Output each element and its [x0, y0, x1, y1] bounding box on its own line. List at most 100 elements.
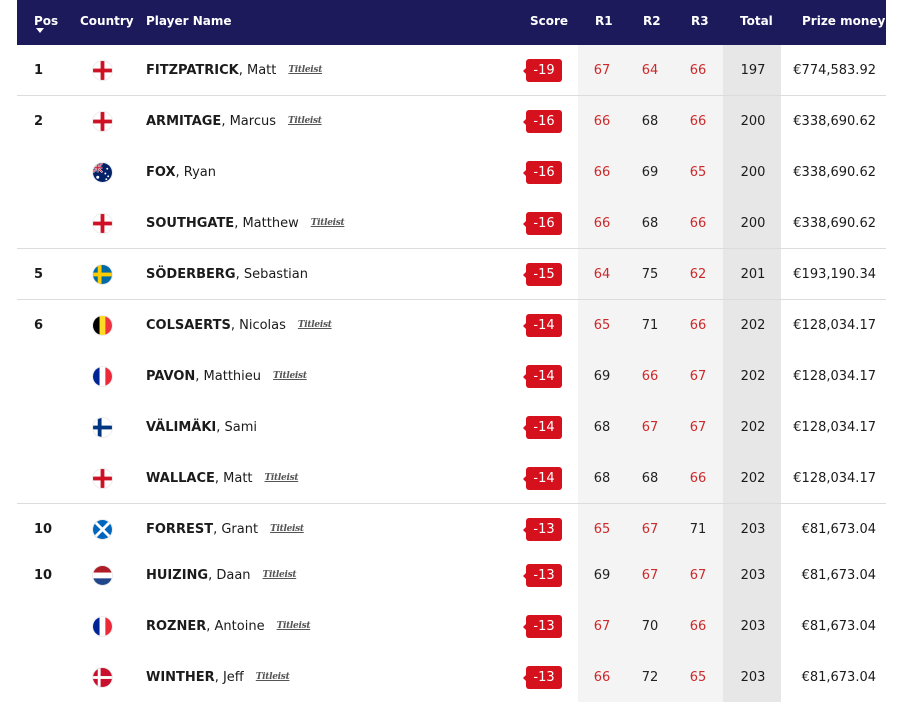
titleist-logo: Titleist — [310, 218, 345, 228]
position-cell: 1 — [34, 63, 44, 78]
player-first-name: , Matt — [238, 63, 277, 78]
titleist-logo: Titleist — [288, 65, 323, 75]
prize-money: €338,690.62 — [793, 216, 876, 231]
round-3-score: 62 — [689, 267, 707, 282]
player-name-link[interactable]: ROZNER, Antoine Titleist — [146, 601, 311, 652]
position-cell: 6 — [34, 318, 44, 333]
round-1-score: 65 — [593, 522, 611, 537]
prize-money: €128,034.17 — [793, 318, 876, 333]
position-cell — [34, 402, 54, 453]
player-name-link[interactable]: SÖDERBERG, Sebastian — [146, 249, 308, 300]
round-1-score: 67 — [593, 619, 611, 634]
titleist-logo: Titleist — [262, 570, 297, 580]
belgium-flag-icon — [93, 316, 112, 335]
round-2-score: 71 — [641, 318, 659, 333]
player-name-link[interactable]: FOX, Ryan — [146, 147, 216, 198]
table-row[interactable]: VÄLIMÄKI, Sami -14 68 67 67 202 €128,034.17 — [17, 402, 886, 453]
player-last-name: ARMITAGE — [146, 114, 222, 129]
player-name-link[interactable]: COLSAERTS, Nicolas Titleist — [146, 300, 332, 351]
round-1-score: 66 — [593, 114, 611, 129]
player-name-link[interactable]: WINTHER, Jeff Titleist — [146, 652, 290, 703]
sort-down-icon[interactable] — [36, 28, 44, 33]
england-flag-icon — [93, 214, 112, 233]
round-2-score: 68 — [641, 471, 659, 486]
player-last-name: FITZPATRICK — [146, 63, 239, 78]
round-2-score: 69 — [641, 165, 659, 180]
score-badge: -19 — [523, 59, 562, 82]
player-first-name: , Marcus — [221, 114, 276, 129]
table-row[interactable]: 2 ARMITAGE, Marcus Titleist -16 66 68 66 200 €33… — [17, 96, 886, 147]
player-name-link[interactable]: VÄLIMÄKI, Sami — [146, 402, 257, 453]
total-score: 202 — [740, 471, 766, 486]
table-row[interactable]: 1 FITZPATRICK, Matt Titleist -19 67 64 66 197 €7… — [17, 45, 886, 96]
score-badge: -13 — [523, 666, 562, 689]
titleist-logo: Titleist — [288, 116, 322, 126]
round-1-score: 66 — [593, 670, 611, 685]
player-first-name: , Daan — [208, 568, 251, 583]
player-name-link[interactable]: FORREST, Grant Titleist — [146, 504, 304, 555]
titleist-logo: Titleist — [273, 371, 307, 381]
total-score: 203 — [740, 522, 766, 537]
total-score: 202 — [740, 318, 766, 333]
prize-money: €81,673.04 — [801, 670, 876, 685]
total-score: 197 — [740, 63, 766, 78]
round-1-score: 66 — [593, 165, 611, 180]
player-name-link[interactable]: PAVON, Matthieu Titleist — [146, 351, 307, 402]
player-name-link[interactable]: SOUTHGATE, Matthew Titleist — [146, 198, 345, 249]
table-row[interactable]: SOUTHGATE, Matthew Titleist -16 66 68 66 200 €3… — [17, 198, 886, 249]
table-row[interactable]: 10 FORREST, Grant Titleist -13 65 67 71 203 €81,… — [17, 504, 886, 555]
scotland-flag-icon — [93, 520, 112, 539]
round-3-score: 66 — [689, 318, 707, 333]
australia-flag-icon — [93, 163, 112, 182]
round-2-score: 68 — [641, 216, 659, 231]
round-1-score: 65 — [593, 318, 611, 333]
total-score: 200 — [740, 114, 766, 129]
table-row[interactable]: WINTHER, Jeff Titleist -13 66 72 65 203 €81,673… — [17, 652, 886, 703]
score-badge: -14 — [523, 314, 562, 337]
total-score: 202 — [740, 369, 766, 384]
player-last-name: ROZNER — [146, 619, 207, 634]
score-badge: -13 — [523, 564, 562, 587]
table-row[interactable]: 5 SÖDERBERG, Sebastian -15 64 75 62 201 €193,19… — [17, 249, 886, 300]
round-2-score: 75 — [641, 267, 659, 282]
position-cell: 10 — [34, 522, 53, 537]
position-cell — [34, 351, 54, 402]
score-badge: -16 — [523, 110, 562, 133]
table-row[interactable]: PAVON, Matthieu Titleist -14 69 66 67 202 €128,… — [17, 351, 886, 402]
table-row[interactable]: WALLACE, Matt Titleist -14 68 68 66 202 €128,03… — [17, 453, 886, 504]
score-badge: -15 — [523, 263, 562, 286]
prize-money: €81,673.04 — [801, 619, 876, 634]
round-3-score: 67 — [689, 369, 707, 384]
player-name-link[interactable]: FITZPATRICK, Matt Titleist — [146, 45, 322, 96]
player-first-name: , Sami — [216, 420, 258, 435]
table-row[interactable]: 10 HUIZING, Daan Titleist -13 69 67 67 203 €81,6… — [17, 550, 886, 601]
prize-money: €193,190.34 — [793, 267, 876, 282]
round-3-score: 67 — [689, 420, 707, 435]
player-name-link[interactable]: ARMITAGE, Marcus Titleist — [146, 96, 322, 147]
player-first-name: , Sebastian — [235, 267, 308, 282]
player-first-name: , Jeff — [214, 670, 244, 685]
player-name-link[interactable]: HUIZING, Daan Titleist — [146, 550, 297, 601]
position-cell — [34, 453, 54, 504]
player-name-link[interactable]: WALLACE, Matt Titleist — [146, 453, 299, 504]
table-row[interactable]: 6 COLSAERTS, Nicolas Titleist -14 65 71 66 202 €… — [17, 300, 886, 351]
total-score: 203 — [740, 670, 766, 685]
england-flag-icon — [93, 61, 112, 80]
score-badge: -14 — [523, 416, 562, 439]
titleist-logo: Titleist — [255, 672, 290, 682]
table-row[interactable]: ROZNER, Antoine Titleist -13 67 70 66 203 €81,6… — [17, 601, 886, 652]
table-row[interactable]: FOX, Ryan -16 66 69 65 200 €338,690.62 — [17, 147, 886, 198]
player-first-name: , Antoine — [206, 619, 265, 634]
position-cell — [34, 652, 54, 703]
prize-money: €338,690.62 — [793, 165, 876, 180]
denmark-flag-icon — [93, 668, 112, 687]
prize-money: €774,583.92 — [793, 63, 876, 78]
row-divider — [17, 299, 886, 300]
header-pos[interactable]: Pos — [34, 0, 58, 45]
round-1-score: 66 — [593, 216, 611, 231]
round-2-score: 68 — [641, 114, 659, 129]
player-last-name: HUIZING — [146, 568, 209, 583]
total-score: 200 — [740, 165, 766, 180]
position-cell — [34, 198, 54, 249]
player-last-name: COLSAERTS — [146, 318, 231, 333]
